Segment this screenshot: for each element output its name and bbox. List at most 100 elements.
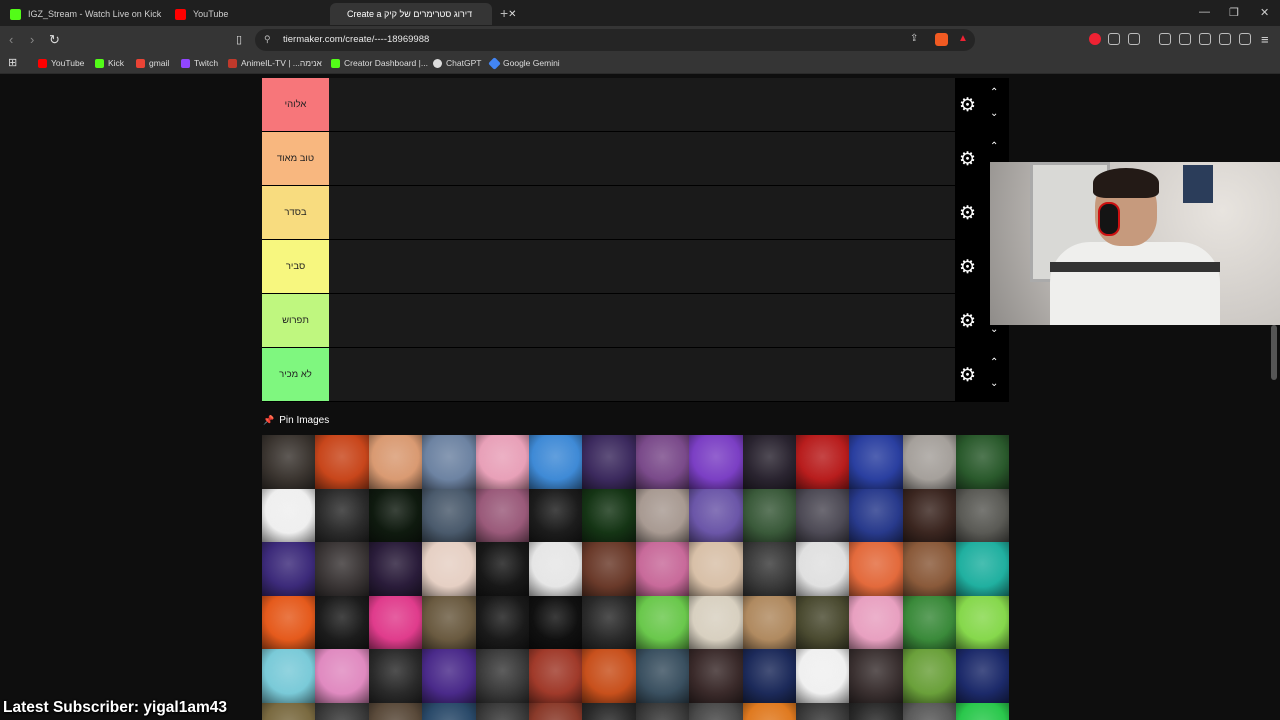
streamer-avatar-tile[interactable] [422,488,476,542]
bookmark-gmail[interactable]: gmail [136,58,169,68]
gear-icon[interactable]: ⚙ [959,96,976,115]
apps-icon[interactable]: ⊞ [8,56,17,69]
bookmark-icon[interactable]: ▯ [236,33,242,46]
streamer-avatar-tile[interactable] [742,542,796,596]
streamer-avatar-tile[interactable] [742,435,796,489]
tier-drop-zone[interactable] [329,294,955,347]
tier-drop-zone[interactable] [329,78,955,131]
vpn-icon[interactable] [1239,33,1251,45]
url-text[interactable]: tiermaker.com/create/----18969988 [283,34,429,45]
gear-icon[interactable]: ⚙ [959,150,976,169]
tier-label[interactable]: אלוהי [262,78,329,131]
streamer-avatar-tile[interactable] [368,435,423,489]
record-icon[interactable] [1089,33,1101,45]
streamer-avatar-tile[interactable] [795,649,850,703]
streamer-avatar-tile[interactable] [635,702,690,720]
streamer-avatar-tile[interactable] [635,595,690,649]
streamer-avatar-tile[interactable] [635,435,690,489]
streamer-avatar-tile[interactable] [742,649,796,703]
tab-kick[interactable]: IGZ_Stream - Watch Live on Kick [0,3,171,25]
streamer-avatar-tile[interactable] [849,702,903,720]
chevron-down-icon[interactable]: ⌄ [990,324,998,335]
streamer-avatar-tile[interactable] [475,702,529,720]
streamer-avatar-tile[interactable] [849,542,903,596]
streamer-avatar-tile[interactable] [315,542,369,596]
streamer-avatar-tile[interactable] [475,595,529,649]
close-tab-icon[interactable]: ✕ [508,9,516,20]
tier-label[interactable]: לא מכיר [262,348,329,401]
tier-drop-zone[interactable] [329,186,955,239]
streamer-avatar-tile[interactable] [262,649,316,703]
streamer-avatar-tile[interactable] [422,649,476,703]
streamer-avatar-tile[interactable] [475,542,529,596]
streamer-avatar-tile[interactable] [689,595,743,649]
bookmark-twitch[interactable]: Twitch [181,58,218,68]
streamer-avatar-tile[interactable] [368,649,423,703]
streamer-avatar-tile[interactable] [475,435,529,489]
screenshot-icon[interactable] [1128,33,1140,45]
streamer-avatar-tile[interactable] [956,488,1009,542]
pin-images-toggle[interactable]: 📌 Pin Images [263,415,329,426]
chevron-up-icon[interactable]: ⌃ [990,87,998,98]
streamer-avatar-tile[interactable] [849,488,903,542]
streamer-avatar-tile[interactable] [528,595,583,649]
chevron-up-icon[interactable]: ⌃ [990,141,998,152]
chevron-down-icon[interactable]: ⌄ [990,378,998,389]
streamer-avatar-tile[interactable] [528,435,583,489]
bookmark-gemini[interactable]: Google Gemini [488,56,560,70]
streamer-avatar-tile[interactable] [849,435,903,489]
streamer-avatar-tile[interactable] [902,702,957,720]
streamer-avatar-tile[interactable] [315,595,369,649]
minimize-button[interactable]: — [1199,6,1210,18]
restore-button[interactable]: ❐ [1229,6,1239,19]
bookmark-chatgpt[interactable]: ChatGPT [433,58,481,68]
streamer-avatar-tile[interactable] [689,649,743,703]
extensions-icon[interactable] [1108,33,1120,45]
streamer-avatar-tile[interactable] [689,435,743,489]
close-window-button[interactable]: ✕ [1260,6,1269,19]
chevron-down-icon[interactable]: ⌄ [990,108,998,119]
streamer-avatar-tile[interactable] [902,649,957,703]
leo-ai-icon[interactable] [1219,33,1231,45]
streamer-avatar-tile[interactable] [528,488,583,542]
streamer-avatar-tile[interactable] [902,488,957,542]
streamer-avatar-tile[interactable] [742,488,796,542]
bookmark-youtube[interactable]: YouTube [38,58,84,68]
bookmark-kick[interactable]: Kick [95,58,124,68]
sidebar-icon[interactable] [1179,33,1191,45]
gear-icon[interactable]: ⚙ [959,204,976,223]
streamer-avatar-tile[interactable] [422,542,476,596]
gear-icon[interactable]: ⚙ [959,258,976,277]
streamer-avatar-tile[interactable] [956,595,1009,649]
streamer-avatar-tile[interactable] [422,435,476,489]
back-icon[interactable]: ‹ [9,32,13,47]
streamer-avatar-tile[interactable] [742,702,796,720]
streamer-avatar-tile[interactable] [422,595,476,649]
bookmark-creator-dashboard[interactable]: Creator Dashboard |... [331,58,428,68]
streamer-avatar-tile[interactable] [528,702,583,720]
streamer-avatar-tile[interactable] [368,488,423,542]
url-box[interactable]: ⚲ tiermaker.com/create/----18969988 ⇪ ▲ [255,29,975,51]
streamer-avatar-tile[interactable] [422,702,476,720]
wallet-icon[interactable] [1199,33,1211,45]
tier-label[interactable]: בסדר [262,186,329,239]
streamer-avatar-tile[interactable] [795,595,850,649]
streamer-avatar-tile[interactable] [849,595,903,649]
streamer-avatar-tile[interactable] [689,542,743,596]
streamer-avatar-tile[interactable] [902,435,957,489]
streamer-avatar-tile[interactable] [849,649,903,703]
chevron-up-icon[interactable]: ⌃ [990,357,998,368]
reload-icon[interactable]: ↻ [49,32,60,48]
streamer-avatar-tile[interactable] [528,649,583,703]
bookmark-animeil[interactable]: AnimeIL-TV | ...אנימה [228,58,322,68]
streamer-avatar-tile[interactable] [795,702,850,720]
streamer-avatar-tile[interactable] [368,595,423,649]
streamer-avatar-tile[interactable] [689,488,743,542]
streamer-avatar-tile[interactable] [902,542,957,596]
streamer-avatar-tile[interactable] [262,595,316,649]
page-scrollbar[interactable] [1271,325,1277,380]
streamer-avatar-tile[interactable] [902,595,957,649]
streamer-avatar-tile[interactable] [368,542,423,596]
brave-rewards-icon[interactable]: ▲ [958,33,968,44]
streamer-avatar-tile[interactable] [528,542,583,596]
